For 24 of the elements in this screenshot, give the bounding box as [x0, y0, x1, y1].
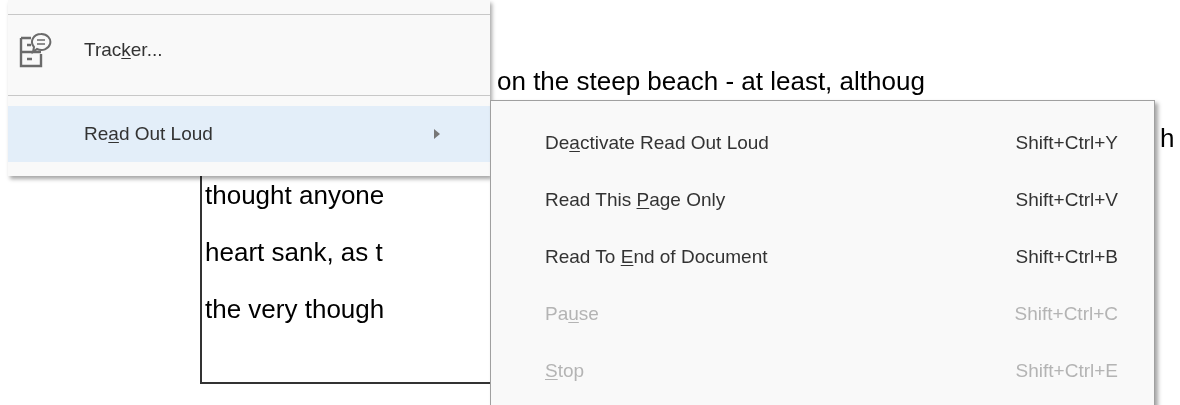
document-text: heart sank, as t [205, 238, 383, 265]
document-text: the very though [205, 295, 385, 322]
document-text: h [1160, 124, 1175, 151]
shortcut-label: Shift+Ctrl+C [1014, 302, 1118, 327]
submenu-item[interactable]: Read To End of Document Shift+Ctrl+B [491, 229, 1154, 286]
document-text: thought anyone [205, 181, 385, 208]
menu-item-label: Tracker... [84, 37, 164, 62]
submenu-item[interactable]: Deactivate Read Out Loud Shift+Ctrl+Y [491, 115, 1154, 172]
menu-item[interactable]: Read Out Loud [8, 106, 490, 162]
submenu-item-label: Read This Page Only [545, 188, 726, 213]
shortcut-label: Shift+Ctrl+E [1015, 359, 1118, 384]
submenu-item-label: Pause [545, 302, 599, 327]
menu-item-label: Read Out Loud [84, 121, 214, 146]
submenu-item[interactable]: Read This Page Only Shift+Ctrl+V [491, 172, 1154, 229]
shortcut-label: Shift+Ctrl+B [1015, 245, 1118, 270]
shortcut-label: Shift+Ctrl+Y [1015, 131, 1118, 156]
document-text: on the steep beach - at least, althoug [497, 67, 925, 94]
submenu-item-label: Deactivate Read Out Loud [545, 131, 769, 156]
submenu-item-label: Read To End of Document [545, 245, 768, 270]
menu-item[interactable]: Tracker... [8, 15, 490, 85]
submenu-arrow-icon [434, 129, 440, 139]
shortcut-label: Shift+Ctrl+V [1015, 188, 1118, 213]
submenu-item-label: Stop [545, 359, 585, 384]
cabinet-comment-icon [18, 32, 52, 68]
